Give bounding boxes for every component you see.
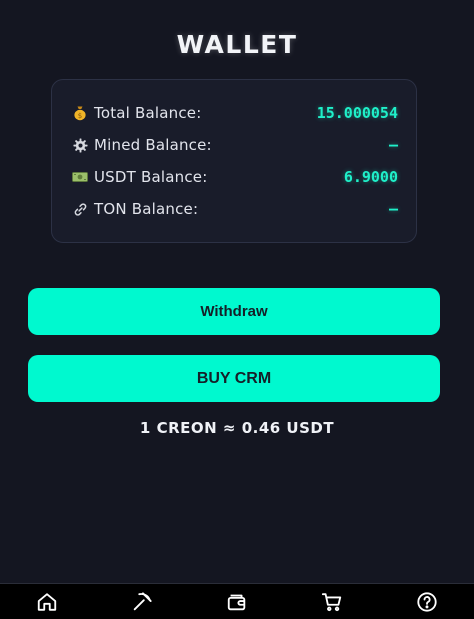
cart-icon: [321, 592, 341, 611]
withdraw-button[interactable]: Withdraw: [28, 288, 440, 335]
help-icon: [416, 591, 437, 612]
ton-balance-label: TON Balance:: [94, 200, 199, 218]
total-balance-value: 15.000054: [316, 104, 398, 122]
ton-balance-row: TON Balance: –: [72, 198, 398, 220]
total-balance-label: Total Balance:: [94, 104, 202, 122]
home-icon: [38, 592, 57, 611]
wallet-icon: [227, 594, 246, 610]
nav-shop[interactable]: [312, 585, 352, 619]
nav-home[interactable]: [27, 585, 67, 619]
total-balance-row: $ Total Balance: 15.000054: [72, 102, 398, 124]
balance-card: $ Total Balance: 15.000054 Mined Balance…: [51, 79, 417, 243]
usdt-balance-row: USDT Balance: 6.9000: [72, 166, 398, 188]
exchange-rate-text: 1 CREON ≈ 0.46 USDT: [139, 419, 335, 437]
money-bag-icon: $: [72, 105, 88, 121]
mined-balance-row: Mined Balance: –: [72, 134, 398, 156]
dollar-banknote-icon: [72, 169, 88, 185]
mined-balance-label: Mined Balance:: [94, 136, 212, 154]
nav-wallet[interactable]: [217, 585, 257, 619]
page-title: WALLET: [176, 30, 298, 59]
bottom-nav: [0, 583, 474, 619]
nav-mine[interactable]: [122, 585, 162, 619]
pickaxe-icon: [133, 591, 152, 610]
svg-text:$: $: [78, 112, 82, 120]
link-icon: [72, 201, 88, 217]
nav-help[interactable]: [407, 585, 447, 619]
ton-balance-value: –: [388, 200, 398, 218]
mined-balance-value: –: [388, 136, 398, 154]
gear-icon: [72, 137, 88, 153]
usdt-balance-label: USDT Balance:: [94, 168, 208, 186]
buy-crm-button[interactable]: BUY CRM: [28, 355, 440, 402]
usdt-balance-value: 6.9000: [343, 168, 398, 186]
